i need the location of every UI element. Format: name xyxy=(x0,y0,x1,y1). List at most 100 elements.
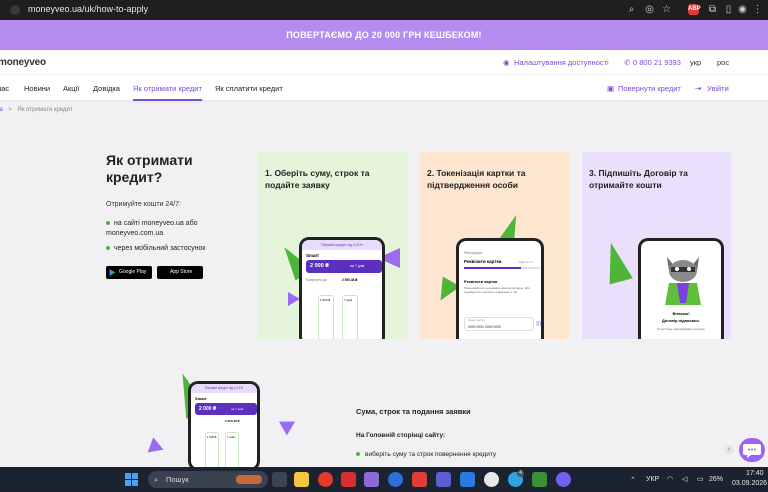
phone-slider-right: 7 днів xyxy=(225,432,239,468)
site-header: moneyveo ◉ Налаштування доступності ✆ 0 … xyxy=(0,50,768,74)
chevron-left-icon[interactable]: ‹ xyxy=(724,445,734,455)
breadcrumb-separator: > xyxy=(8,107,12,113)
phone-return-value: 2 050,48 ₴ xyxy=(342,278,358,282)
phone-amount-box: 2 000 ₴ на 7 днів xyxy=(195,403,257,415)
adblock-extension-icon[interactable]: ABP xyxy=(688,4,701,15)
site-settings-icon[interactable] xyxy=(10,5,20,15)
search-icon: ⌕ xyxy=(154,475,159,484)
chat-button[interactable] xyxy=(739,438,765,462)
opera-icon[interactable] xyxy=(318,472,333,487)
nav-news[interactable]: Новини xyxy=(24,84,50,93)
lang-uk[interactable]: укр xyxy=(690,58,701,67)
card-number-field[interactable]: Номер картки 0000 0000 0000 0000 xyxy=(464,317,534,331)
windows-taskbar: ⌕ Пошук 4 ⌃ УКР ◠ ◁ ▭ 26% 17:40 03.09.20… xyxy=(0,467,768,492)
nav-help[interactable]: Довідка xyxy=(93,84,120,93)
file-explorer-icon[interactable] xyxy=(294,472,309,487)
app-office-icon[interactable] xyxy=(412,472,427,487)
browser-toolbar: moneyveo.ua/uk/how-to-apply ⌕ ◎ ☆ ABP ⧉ … xyxy=(0,0,768,20)
card-section-text: Переконайтеся, що вказали дані картки ві… xyxy=(464,286,530,294)
phone-plan-label: Smart xyxy=(195,396,207,401)
phone-mockup: Перший кредит під 0,01% Smart 2 000 ₴ на… xyxy=(299,237,385,339)
teams-icon[interactable] xyxy=(436,472,451,487)
menu-kebab-icon[interactable]: ⋮ xyxy=(752,4,763,15)
task-view-icon[interactable] xyxy=(272,472,287,487)
step-1-title: 1. Оберіть суму, строк та подайте заявку xyxy=(265,168,370,190)
app-l-icon[interactable] xyxy=(341,472,356,487)
google-play-button[interactable]: Google Play xyxy=(106,266,152,279)
nav-how-to-pay[interactable]: Як сплатити кредит xyxy=(215,84,283,93)
phone-banner: Перший кредит під 0,01% xyxy=(302,240,382,250)
keyboard-lang[interactable]: УКР xyxy=(646,476,659,483)
breadcrumb-home[interactable]: на xyxy=(0,107,3,113)
app-green-icon[interactable] xyxy=(532,472,547,487)
logo-text-a: mon xyxy=(0,57,19,68)
phone-number[interactable]: 0 800 21 9393 xyxy=(633,58,681,67)
battery-percent: 26% xyxy=(709,476,724,483)
volume-icon[interactable]: ◁ xyxy=(682,475,687,483)
app-copilot-icon[interactable] xyxy=(364,472,379,487)
wifi-icon[interactable]: ◠ xyxy=(667,475,673,483)
section2-bullet: виберіть суму та строк повернення кредит… xyxy=(356,451,496,458)
lang-ru[interactable]: рос xyxy=(717,58,729,67)
login-link[interactable]: Увійти xyxy=(707,84,729,93)
step-card-3: 3. Підпишіть Договір та отримайте кошти … xyxy=(582,152,731,339)
section2-title: Сума, строк та подання заявки xyxy=(356,407,471,416)
app-store-button[interactable]: App Store xyxy=(157,266,203,279)
phone-screen: Вітаємо! Договір підписано. Гроші буде п… xyxy=(641,241,721,339)
site-logo[interactable]: moneyveo xyxy=(0,57,46,68)
cashback-banner[interactable]: ПОВЕРТАЄМО ДО 20 000 ГРН КЕШБЕКОМ! xyxy=(0,20,768,50)
search-highlight-icon xyxy=(236,475,262,484)
tray-chevron-icon[interactable]: ⌃ xyxy=(630,476,636,484)
phone-plan-label: Smart xyxy=(306,253,319,258)
sidepanel-icon[interactable]: ▯ xyxy=(723,4,734,15)
nav-promos[interactable]: Акції xyxy=(63,84,79,93)
eye-off-icon[interactable]: ◎ xyxy=(644,4,655,15)
hero-subtitle: Отримуйте кошти 24/7: xyxy=(106,201,182,208)
phone-icon: ✆ xyxy=(624,58,631,67)
hero-bullet-site-text: на сайті moneyveo.ua або moneyveo.com.ua xyxy=(106,220,198,237)
taskbar-search[interactable]: ⌕ Пошук xyxy=(148,471,268,488)
phone-mockup: Вітаємо! Договір підписано. Гроші буде п… xyxy=(638,238,724,339)
address-bar[interactable]: moneyveo.ua/uk/how-to-apply xyxy=(28,4,148,14)
breadcrumb: на > Як отримати кредит xyxy=(0,107,73,113)
clock-time[interactable]: 17:40 xyxy=(746,470,764,477)
phone-slider-left: 1 000 ₴ xyxy=(318,295,334,339)
phone-banner: Перший кредит під 0,01% xyxy=(191,384,257,393)
card-number-value: 0000 0000 0000 0000 xyxy=(468,325,501,329)
step-3-title: 3. Підпишіть Договір та отримайте кошти xyxy=(589,168,688,190)
progress-fill xyxy=(464,267,521,269)
card-section-title: Реквізити картки xyxy=(464,279,498,284)
nav-how-to-get-credit[interactable]: Як отримати кредит xyxy=(133,84,202,93)
phone-amount: 2 000 ₴ xyxy=(310,263,329,269)
chrome-icon[interactable] xyxy=(484,472,499,487)
zoom-icon[interactable]: ⌕ xyxy=(626,4,637,15)
bookmark-star-icon[interactable]: ☆ xyxy=(661,4,672,15)
step-2-title: 2. Токенізація картки та підтвердження о… xyxy=(427,168,526,190)
extensions-icon[interactable]: ⧉ xyxy=(707,4,718,15)
nav-about[interactable]: нас xyxy=(0,84,9,93)
edge-icon[interactable] xyxy=(388,472,403,487)
google-play-icon xyxy=(109,269,116,276)
breadcrumb-current: Як отримати кредит xyxy=(17,107,73,113)
decor-triangle xyxy=(599,239,633,285)
apple-icon xyxy=(160,269,167,276)
card-number-label: Номер картки xyxy=(468,319,485,322)
google-play-label: Google Play xyxy=(119,269,147,275)
slider-left-label: 1 000 ₴ xyxy=(207,435,217,439)
clock-date[interactable]: 03.09.2026 xyxy=(732,480,767,487)
profile-icon[interactable]: ◉ xyxy=(737,4,748,15)
viber-icon[interactable] xyxy=(556,472,571,487)
phone-mockup-large: Перший кредит під 0,01% Smart 2 000 ₴ на… xyxy=(188,381,260,471)
phone-mockup: Реєстрація Реквізити картки Крок 3 з 4 Р… xyxy=(456,238,544,339)
phone-slider-right: 7 днів xyxy=(342,295,358,339)
hero-bullet-app-text: через мобільний застосунок xyxy=(114,245,206,252)
eye-icon: ◉ xyxy=(503,58,510,67)
battery-icon[interactable]: ▭ xyxy=(697,475,704,483)
return-credit-link[interactable]: Повернути кредит xyxy=(618,84,681,93)
windows-start-icon[interactable] xyxy=(125,473,138,486)
login-icon: ⇥ xyxy=(695,84,702,93)
accessibility-link[interactable]: Налаштування доступності xyxy=(514,58,609,67)
dropbox-icon[interactable] xyxy=(460,472,475,487)
progress-track xyxy=(464,267,540,269)
raccoon-mascot-icon xyxy=(665,257,701,305)
